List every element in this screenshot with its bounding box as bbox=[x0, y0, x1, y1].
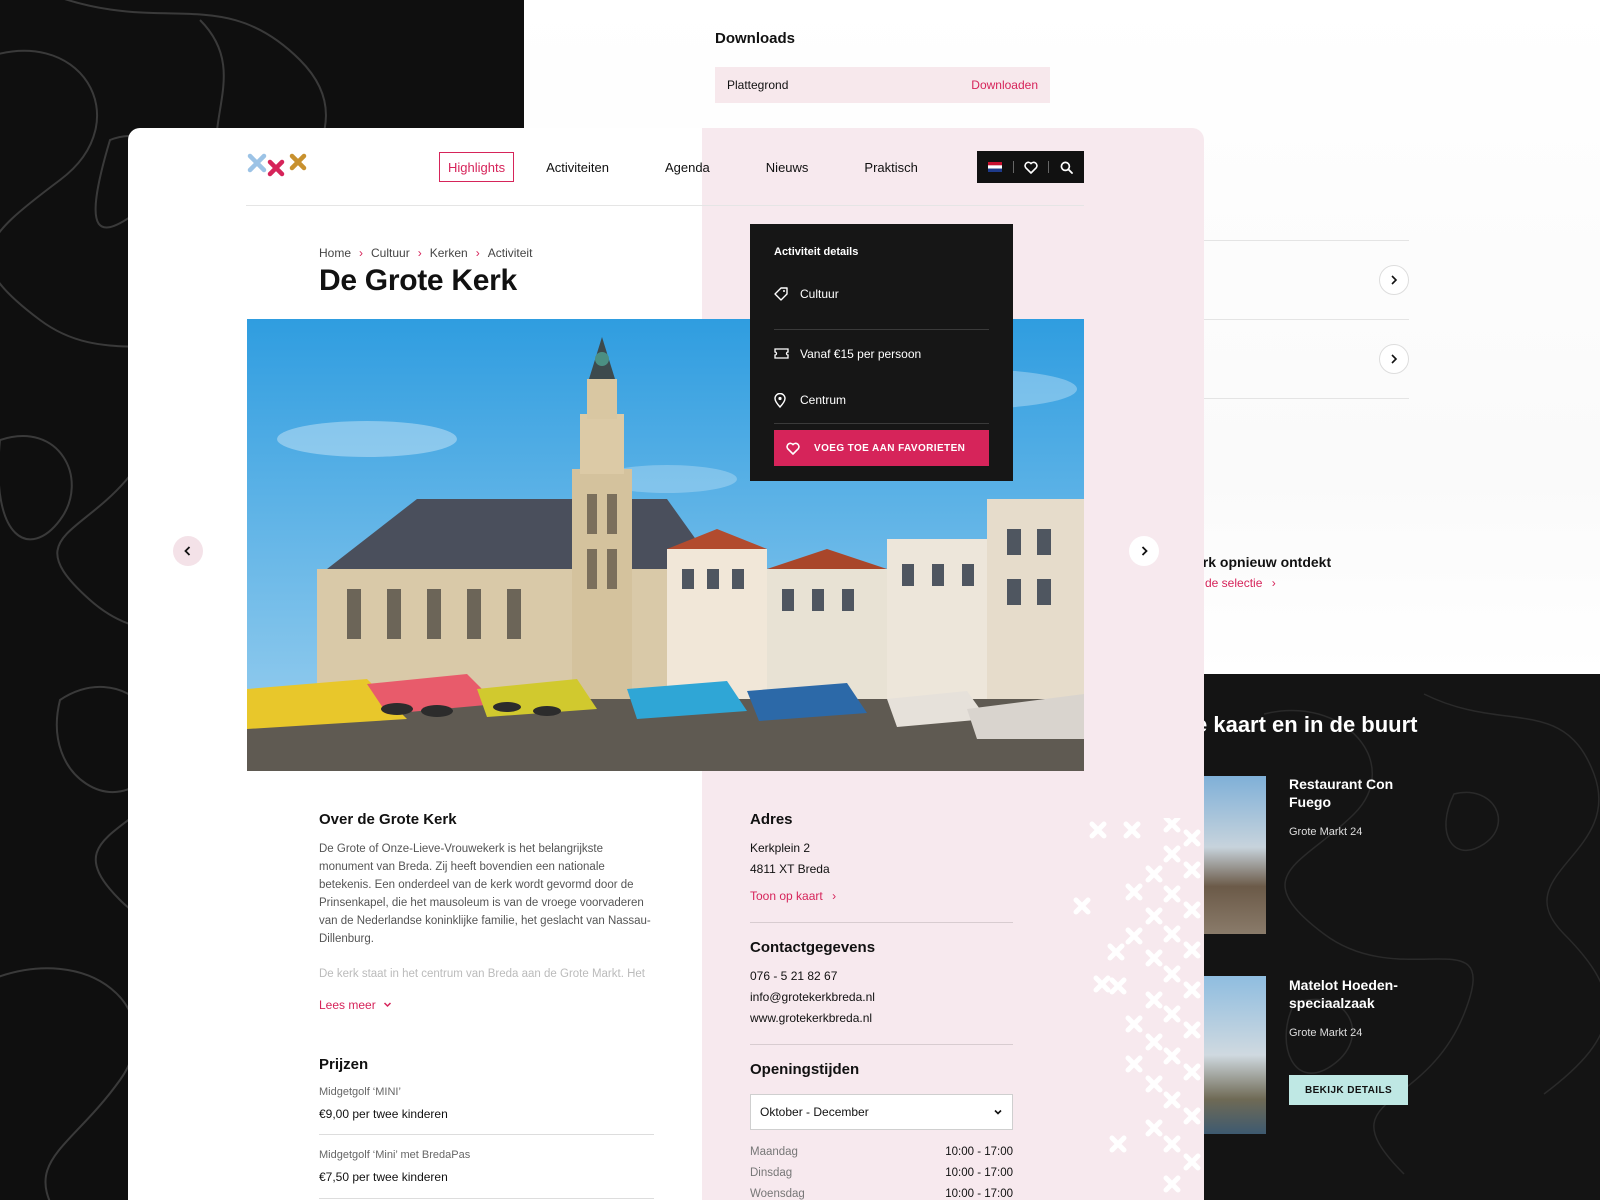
address-line: 4811 XT Breda bbox=[750, 862, 830, 876]
address-line: Kerkplein 2 bbox=[750, 841, 811, 855]
nearby-name[interactable]: Restaurant Con Fuego bbox=[1289, 775, 1419, 811]
hours-title: Openingstijden bbox=[750, 1061, 860, 1078]
separator bbox=[1012, 161, 1014, 173]
chevron-right-icon bbox=[1141, 546, 1148, 556]
expand-button[interactable] bbox=[1379, 344, 1409, 374]
main-navigation: Highlights Activiteiten Agenda Nieuws Pr… bbox=[439, 152, 950, 182]
contact-website[interactable]: www.grotekerkbreda.nl bbox=[750, 1011, 872, 1025]
price-label: Midgetgolf ‘Mini’ met BredaPas bbox=[319, 1149, 471, 1161]
language-flag-icon[interactable] bbox=[988, 162, 1003, 172]
page-title: De Grote Kerk bbox=[319, 264, 517, 297]
divider bbox=[319, 1198, 654, 1199]
nav-item-praktisch[interactable]: Praktisch bbox=[856, 152, 925, 182]
nearby-name[interactable]: Matelot Hoeden-speciaalzaak bbox=[1289, 976, 1419, 1012]
chevron-right-icon bbox=[1391, 275, 1398, 285]
activity-page-card: Highlights Activiteiten Agenda Nieuws Pr… bbox=[128, 128, 1204, 1200]
view-details-button[interactable]: BEKIJK DETAILS bbox=[1289, 1075, 1408, 1105]
nearby-address: Grote Markt 24 bbox=[1289, 826, 1363, 838]
x-pattern-decoration bbox=[1062, 815, 1204, 1200]
add-to-favorites-button[interactable]: VOEG TOE AAN FAVORIETEN bbox=[774, 430, 989, 466]
read-more-link[interactable]: Lees meer bbox=[319, 998, 392, 1012]
hours-row: Maandag 10:00 - 17:00 bbox=[750, 1146, 1013, 1158]
breadcrumb: Home › Cultuur › Kerken › Activiteit bbox=[319, 246, 532, 260]
divider bbox=[750, 922, 1013, 923]
contact-title: Contactgegevens bbox=[750, 939, 876, 956]
search-icon[interactable] bbox=[1060, 161, 1073, 174]
hours-period-select[interactable]: Oktober - December bbox=[750, 1094, 1013, 1130]
breadcrumb-home[interactable]: Home bbox=[319, 246, 351, 260]
carousel-next-button[interactable] bbox=[1129, 536, 1159, 566]
activity-details-panel: Activiteit details Cultuur Vanaf €15 per… bbox=[750, 224, 1013, 481]
chevron-right-icon bbox=[1391, 354, 1398, 364]
price-label: Midgetgolf ‘MINI’ bbox=[319, 1086, 401, 1098]
show-on-map-link[interactable]: Toon op kaart › bbox=[750, 889, 836, 903]
details-title: Activiteit details bbox=[774, 246, 859, 258]
logo-icon[interactable] bbox=[246, 152, 308, 180]
nearby-image bbox=[1204, 976, 1266, 1134]
location-pin-icon bbox=[774, 392, 800, 408]
nav-item-nieuws[interactable]: Nieuws bbox=[758, 152, 817, 182]
expand-button[interactable] bbox=[1379, 265, 1409, 295]
price-value: €9,00 per twee kinderen bbox=[319, 1107, 448, 1121]
tag-icon bbox=[774, 287, 800, 301]
nav-item-activiteiten[interactable]: Activiteiten bbox=[538, 152, 617, 182]
downloads-title: Downloads bbox=[715, 30, 796, 47]
chevron-right-icon: › bbox=[359, 246, 364, 260]
about-title: Over de Grote Kerk bbox=[319, 811, 457, 828]
download-item[interactable]: Plattegrond Downloaden bbox=[715, 67, 1050, 103]
heart-icon bbox=[786, 442, 814, 455]
divider bbox=[750, 1044, 1013, 1045]
chevron-left-icon bbox=[184, 546, 191, 556]
nearby-title: e kaart en in de buurt bbox=[1195, 712, 1418, 737]
details-category: Cultuur bbox=[774, 282, 989, 306]
price-value: €7,50 per twee kinderen bbox=[319, 1170, 448, 1184]
details-price: Vanaf €15 per persoon bbox=[774, 330, 989, 377]
section-heading: erk opnieuw ontdekt bbox=[1195, 554, 1332, 570]
header-toolbar bbox=[977, 151, 1084, 183]
chevron-right-icon: › bbox=[417, 246, 422, 260]
breadcrumb-cultuur[interactable]: Cultuur bbox=[371, 246, 410, 260]
carousel-prev-button[interactable] bbox=[173, 536, 203, 566]
download-link[interactable]: Downloaden bbox=[971, 78, 1038, 92]
divider bbox=[1204, 319, 1409, 320]
header-divider bbox=[246, 205, 1084, 206]
hours-row: Dinsdag 10:00 - 17:00 bbox=[750, 1167, 1013, 1179]
nearby-address: Grote Markt 24 bbox=[1289, 1027, 1363, 1039]
heart-icon[interactable] bbox=[1024, 161, 1038, 174]
hours-row: Woensdag 10:00 - 17:00 bbox=[750, 1188, 1013, 1200]
address-title: Adres bbox=[750, 811, 793, 828]
contact-email[interactable]: info@grotekerkbreda.nl bbox=[750, 990, 875, 1004]
contact-phone[interactable]: 076 - 5 21 82 67 bbox=[750, 969, 837, 983]
divider bbox=[1204, 240, 1409, 241]
about-paragraph-faded: De kerk staat in het centrum van Breda a… bbox=[319, 968, 645, 980]
chevron-right-icon: › bbox=[475, 246, 480, 260]
breadcrumb-activiteit: Activiteit bbox=[487, 246, 533, 260]
divider bbox=[319, 1134, 654, 1135]
breadcrumb-kerken[interactable]: Kerken bbox=[430, 246, 468, 260]
nav-item-agenda[interactable]: Agenda bbox=[657, 152, 718, 182]
download-item-label: Plattegrond bbox=[727, 78, 789, 92]
nearby-image bbox=[1204, 776, 1266, 934]
chevron-down-icon bbox=[384, 1002, 392, 1008]
nav-item-highlights[interactable]: Highlights bbox=[439, 152, 515, 182]
selection-link[interactable]: de selectie › bbox=[1205, 576, 1276, 590]
chevron-down-icon bbox=[994, 1109, 1002, 1115]
divider bbox=[1204, 398, 1409, 399]
prices-title: Prijzen bbox=[319, 1056, 369, 1073]
ticket-icon bbox=[774, 348, 800, 359]
about-paragraph: De Grote of Onze-Lieve-Vrouwekerk is het… bbox=[319, 843, 651, 945]
chevron-right-icon: › bbox=[832, 889, 837, 903]
separator bbox=[1048, 161, 1050, 173]
details-location: Centrum bbox=[774, 377, 989, 424]
